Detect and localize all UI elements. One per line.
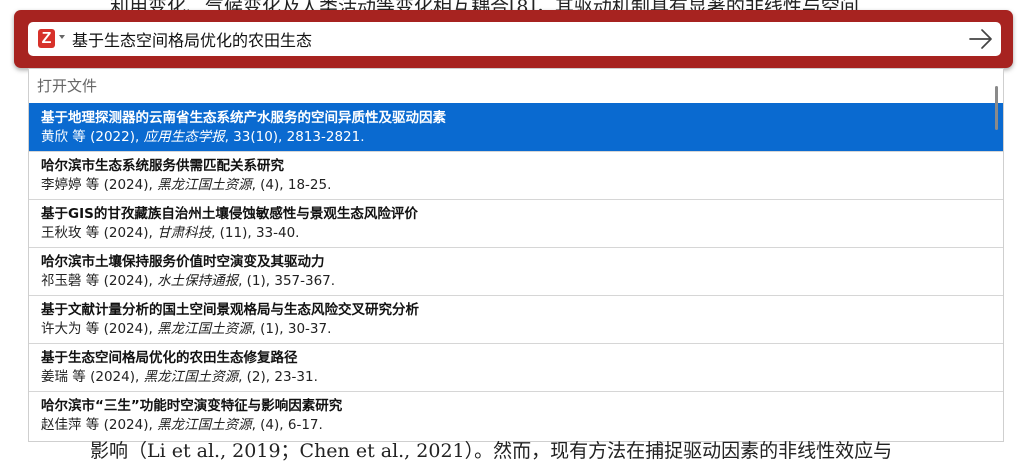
result-citation: 王秋玫 等 (2024), 甘肃科技, (11), 33-40. bbox=[41, 225, 300, 241]
result-citation: 姜瑞 等 (2024), 黑龙江国土资源, (2), 23-31. bbox=[41, 369, 318, 385]
result-item[interactable]: 基于GIS的甘孜藏族自治州土壤侵蚀敏感性与景观生态风险评价 王秋玫 等 (202… bbox=[29, 199, 1003, 247]
result-title: 哈尔滨市“三生”功能时空演变特征与影响因素研究 bbox=[41, 398, 343, 414]
result-item[interactable]: 哈尔滨市土壤保持服务价值时空演变及其驱动力 祁玉磬 等 (2024), 水土保持… bbox=[29, 247, 1003, 295]
search-input[interactable] bbox=[72, 22, 942, 56]
result-item[interactable]: 基于地理探测器的云南省生态系统产水服务的空间异质性及驱动因素 黄欣 等 (202… bbox=[29, 103, 1003, 151]
result-title: 哈尔滨市生态系统服务供需匹配关系研究 bbox=[41, 158, 284, 174]
result-title: 基于文献计量分析的国土空间景观格局与生态风险交叉研究分析 bbox=[41, 302, 419, 318]
results-list: 打开文件 基于地理探测器的云南省生态系统产水服务的空间异质性及驱动因素 黄欣 等… bbox=[28, 68, 1004, 442]
result-item[interactable]: 基于文献计量分析的国土空间景观格局与生态风险交叉研究分析 许大为 等 (2024… bbox=[29, 295, 1003, 343]
result-title: 基于GIS的甘孜藏族自治州土壤侵蚀敏感性与景观生态风险评价 bbox=[41, 206, 418, 222]
result-item[interactable]: 哈尔滨市生态系统服务供需匹配关系研究 李婷婷 等 (2024), 黑龙江国土资源… bbox=[29, 151, 1003, 199]
result-title: 基于地理探测器的云南省生态系统产水服务的空间异质性及驱动因素 bbox=[41, 110, 446, 126]
quick-format-bar: Z bbox=[14, 10, 1013, 68]
scrollbar-thumb[interactable] bbox=[995, 86, 998, 130]
result-citation: 赵佳萍 等 (2024), 黑龙江国土资源, (4), 6-17. bbox=[41, 417, 323, 433]
section-header-open-file: 打开文件 bbox=[37, 77, 98, 95]
result-citation: 许大为 等 (2024), 黑龙江国土资源, (1), 30-37. bbox=[41, 321, 332, 337]
search-box: Z bbox=[28, 22, 1001, 56]
result-citation: 黄欣 等 (2022), 应用生态学报, 33(10), 2813-2821. bbox=[41, 129, 365, 145]
caret-down-icon[interactable] bbox=[59, 35, 65, 39]
zotero-logo-icon[interactable]: Z bbox=[38, 29, 55, 48]
result-citation: 祁玉磬 等 (2024), 水土保持通报, (1), 357-367. bbox=[41, 273, 336, 289]
document-text-line: 影响（Li et al., 2019；Chen et al., 2021）。然而… bbox=[90, 440, 893, 462]
result-citation: 李婷婷 等 (2024), 黑龙江国土资源, (4), 18-25. bbox=[41, 177, 332, 193]
result-title: 哈尔滨市土壤保持服务价值时空演变及其驱动力 bbox=[41, 254, 325, 270]
result-title: 基于生态空间格局优化的农田生态修复路径 bbox=[41, 350, 298, 366]
arrow-right-icon[interactable] bbox=[968, 27, 994, 51]
result-item[interactable]: 基于生态空间格局优化的农田生态修复路径 姜瑞 等 (2024), 黑龙江国土资源… bbox=[29, 343, 1003, 391]
result-item[interactable]: 哈尔滨市“三生”功能时空演变特征与影响因素研究 赵佳萍 等 (2024), 黑龙… bbox=[29, 391, 1003, 439]
